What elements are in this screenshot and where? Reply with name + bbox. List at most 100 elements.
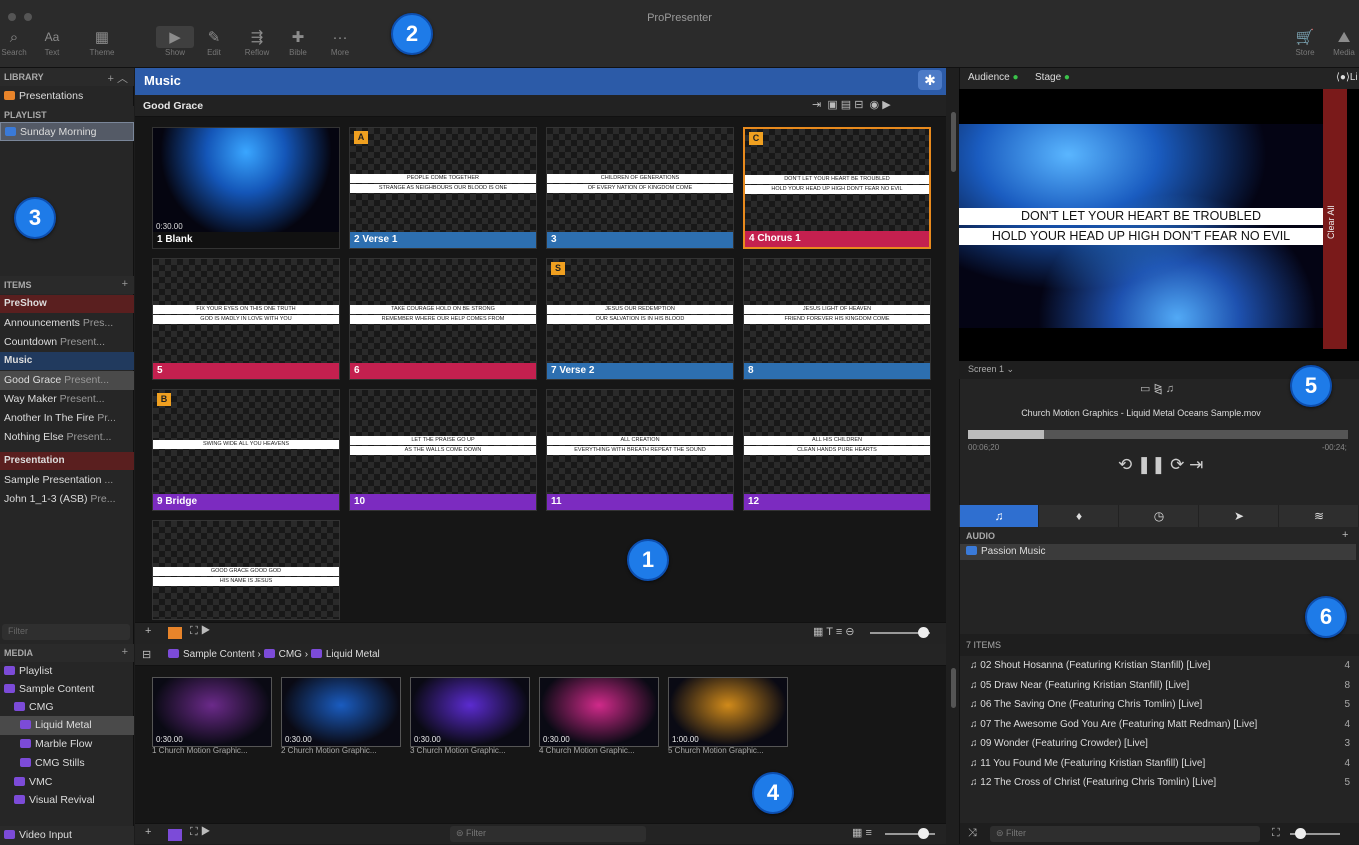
audio-track-row[interactable]: ♫ 07 The Awesome God You Are (Featuring … (960, 716, 1350, 735)
store-button[interactable]: 🛒 Store (1283, 26, 1327, 57)
audience-toggle[interactable]: Audience ● (968, 72, 1019, 83)
audio-track-row[interactable]: ♫ 02 Shout Hosanna (Featuring Kristian S… (960, 657, 1350, 676)
callout-6: 6 (1305, 596, 1347, 638)
live-toggle[interactable]: ⟨●⟩Li (1336, 72, 1358, 83)
more-button[interactable]: ··· More (318, 26, 362, 58)
slide-thumbnail[interactable]: JESUS LIGHT OF HEAVEN FRIEND FOREVER HIS … (743, 258, 931, 380)
breadcrumb-liquid-metal[interactable]: Liquid Metal (326, 649, 380, 660)
slide-tools-icons[interactable]: ⛶ ▶ (190, 625, 211, 638)
tab-timers[interactable]: ◷ (1120, 505, 1199, 527)
slide-thumbnail[interactable]: ALL HIS CHILDREN CLEAN HANDS PURE HEARTS 1… (743, 389, 931, 511)
gear-icon[interactable]: ✱ (918, 70, 942, 90)
slide-thumbnail[interactable]: CHILDREN OF GENERATIONS OF EVERY NATION O… (546, 127, 734, 249)
media-item-marble-flow[interactable]: Marble Flow (0, 735, 134, 754)
item-nothing-else[interactable]: Nothing Else Present... (0, 428, 134, 447)
music-note-icon: ♫ (970, 777, 978, 788)
breadcrumb-sample-content[interactable]: Sample Content (183, 649, 255, 660)
add-media-icon[interactable]: + (145, 826, 151, 838)
screen-select[interactable]: Screen 1 ⌄ (968, 364, 1014, 375)
status-dot: ● (1012, 72, 1019, 83)
media-item-cmg[interactable]: CMG (0, 698, 134, 717)
audio-filter-input[interactable]: ⊜ Filter (990, 826, 1260, 842)
item-announcements[interactable]: Announcements Pres... (0, 314, 134, 333)
slide-thumbnail[interactable]: GOOD GRACE GOOD GOD HIS NAME IS JESUS (152, 520, 340, 620)
transport-controls[interactable]: ⟲ ❚❚ ⟳ ⇥ (1118, 455, 1203, 475)
slide-thumbnail[interactable]: TAKE COURAGE HOLD ON BE STRONG REMEMBER W… (349, 258, 537, 380)
slide-thumbnail[interactable]: C DON'T LET YOUR HEART BE TROUBLED HOLD YO… (743, 127, 931, 249)
slide-color-icon[interactable] (168, 627, 182, 639)
media-progress-bar[interactable] (968, 430, 1348, 439)
tab-messages[interactable]: ➤ (1200, 505, 1279, 527)
slide-thumbnail[interactable]: B SWING WIDE ALL YOU HEAVENS 9 Bridge (152, 389, 340, 511)
media-item-vmc[interactable]: VMC (0, 773, 134, 792)
stage-toggle[interactable]: Stage ● (1035, 72, 1070, 83)
bible-button[interactable]: ✚ Bible (276, 26, 320, 57)
zoom-slider-knob[interactable] (918, 627, 929, 638)
slide-thumbnail[interactable]: A PEOPLE COME TOGETHER STRANGE AS NEIGHBOU… (349, 127, 537, 249)
edit-button[interactable]: ✎ Edit (192, 26, 236, 57)
arrange-icons[interactable]: ⇥ ▣ ▤ ⊟ ◉ ▶ (812, 98, 891, 111)
add-media-icon[interactable]: + (122, 646, 128, 658)
item-good-grace[interactable]: Good Grace Present... (0, 371, 134, 390)
reflow-button[interactable]: ⇶ Reflow (235, 26, 279, 57)
item-another-in-the-fire[interactable]: Another In The Fire Pr... (0, 409, 134, 428)
item-countdown[interactable]: Countdown Present... (0, 333, 134, 352)
library-item-presentations[interactable]: Presentations (0, 87, 134, 106)
item-sample-presentation[interactable]: Sample Presentation ... (0, 471, 134, 490)
media-item-playlist[interactable]: Playlist (0, 662, 134, 681)
shuffle-icon[interactable]: ⤨ (968, 827, 977, 840)
item-john[interactable]: John 1_1-3 (ASB) Pre... (0, 490, 134, 509)
media-zoom-knob[interactable] (918, 828, 929, 839)
slide-thumbnail[interactable]: FIX YOUR EYES ON THIS ONE TRUTH GOD IS MA… (152, 258, 340, 380)
audio-zoom-knob[interactable] (1295, 828, 1306, 839)
media-thumbnail[interactable]: 0:30.00 (539, 677, 659, 747)
media-color-icon[interactable] (168, 829, 182, 841)
audio-track-row[interactable]: ♫ 09 Wonder (Featuring Crowder) [Live] 3 (960, 735, 1350, 754)
breadcrumb-cmg[interactable]: CMG (279, 649, 302, 660)
add-slide-icon[interactable]: + (145, 625, 151, 637)
slide-thumbnail[interactable]: 0:30.00 1 Blank (152, 127, 340, 249)
audio-track-row[interactable]: ♫ 11 You Found Me (Featuring Kristian St… (960, 755, 1350, 774)
audio-track-row[interactable]: ♫ 05 Draw Near (Featuring Kristian Stanf… (960, 677, 1350, 696)
show-button[interactable]: ▶ Show (153, 26, 197, 57)
media-item-liquid-metal[interactable]: Liquid Metal (0, 716, 134, 735)
tab-props[interactable]: ♦ (1040, 505, 1119, 527)
media-item-visual-revival[interactable]: Visual Revival (0, 791, 134, 810)
tab-layers[interactable]: ≋ (1280, 505, 1359, 527)
output-icons[interactable]: ▭ ⧎ ♫ (1140, 382, 1174, 395)
slide-thumbnail[interactable]: LET THE PRAISE GO UP AS THE WALLS COME DO… (349, 389, 537, 511)
theme-button[interactable]: ▦ Theme (80, 26, 124, 57)
media-thumbnail[interactable]: 1:00.00 (668, 677, 788, 747)
media-button[interactable]: ⛰ Media (1322, 26, 1359, 58)
item-way-maker[interactable]: Way Maker Present... (0, 390, 134, 409)
audio-track-row[interactable]: ♫ 12 The Cross of Christ (Featuring Chri… (960, 774, 1350, 793)
slides-scrollbar[interactable] (951, 112, 956, 172)
audio-thumb-icon[interactable]: ⛶ (1272, 827, 1280, 840)
video-input-item[interactable]: Video Input (0, 826, 134, 845)
slide-thumbnail[interactable]: ALL CREATION EVERYTHING WITH BREATH REPEA… (546, 389, 734, 511)
tab-audio[interactable]: ♫ (960, 505, 1039, 527)
media-tools-icons[interactable]: ⛶ ▶ (190, 826, 211, 839)
media-filter-input[interactable]: ⊜ Filter (450, 826, 646, 842)
remaining-time: -00:24; (1322, 443, 1347, 452)
media-thumbnail[interactable]: 0:30.00 (281, 677, 401, 747)
clear-all-button[interactable]: Clear All (1323, 89, 1347, 349)
media-thumbnail[interactable]: 0:30.00 (152, 677, 272, 747)
view-options-icons[interactable]: ▦ T ≡ ⊖ (813, 625, 855, 638)
media-item-cmg-stills[interactable]: CMG Stills (0, 754, 134, 773)
add-item-icon[interactable]: + (122, 278, 128, 290)
add-icon[interactable]: + ︿ (108, 70, 128, 86)
audio-track-row[interactable]: ♫ 06 The Saving One (Featuring Chris Tom… (960, 696, 1350, 715)
media-view-icons[interactable]: ▦ ≡ (852, 826, 872, 839)
media-thumbnail[interactable]: 0:30.00 (410, 677, 530, 747)
media-item-sample-content[interactable]: Sample Content (0, 680, 134, 699)
add-audio-icon[interactable]: + (1342, 529, 1348, 541)
slide-thumbnail[interactable]: S JESUS OUR REDEMPTION OUR SALVATION IS IN… (546, 258, 734, 380)
items-filter-input[interactable]: Filter (2, 624, 130, 640)
media-scrollbar[interactable] (951, 668, 956, 708)
playlist-item-sunday-morning[interactable]: Sunday Morning (0, 122, 134, 141)
sidebar-toggle-icon[interactable]: ⊟ (142, 648, 151, 661)
slide-lyric-line: CHILDREN OF GENERATIONS (547, 174, 733, 183)
audio-playlist-passion[interactable]: Passion Music (960, 544, 1356, 560)
text-button[interactable]: Aa Text (30, 26, 74, 57)
